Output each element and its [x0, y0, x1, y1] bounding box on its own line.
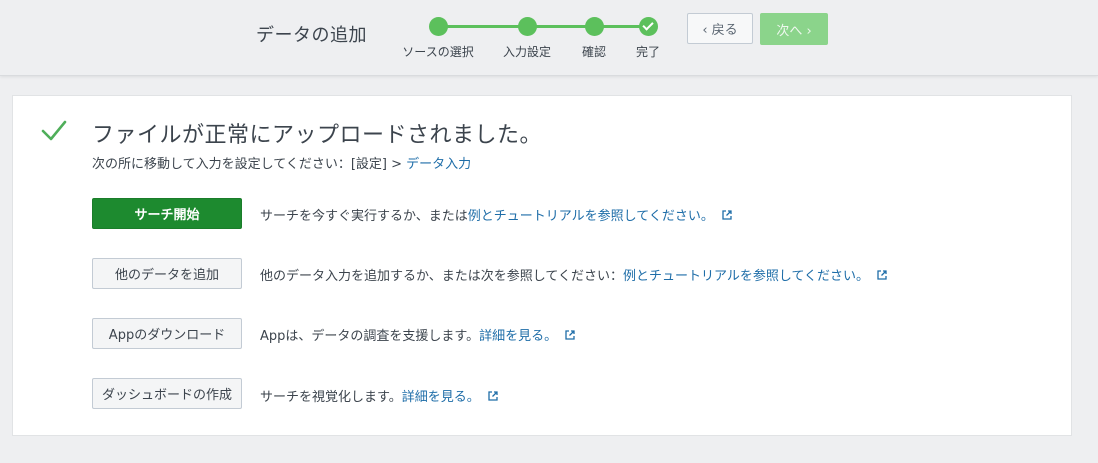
start-search-button[interactable]: サーチ開始 [92, 198, 242, 229]
success-check-icon [41, 120, 67, 141]
page-title: データの追加 [256, 25, 367, 46]
create-dashboard-text: サーチを視覚化します。 [260, 390, 402, 405]
tutorial-link[interactable]: 例とチュートリアルを参照してください。 [468, 205, 714, 224]
external-link-icon[interactable] [877, 269, 887, 280]
step-label-review: 確認 [581, 45, 607, 59]
step-dot-review [585, 17, 604, 36]
success-heading: ファイルが正常にアップロードされました。 [92, 123, 543, 148]
next-steps-text: 次の所に移動して入力を設定してください：[設定] > データ入力 [92, 153, 471, 172]
step-label-done: 完了 [635, 45, 661, 59]
step-connector-line [438, 25, 648, 28]
download-app-text: Appは、データの調査を支援します。 [260, 329, 480, 344]
step-dot-input-settings [518, 17, 537, 36]
step-check-icon [639, 17, 658, 36]
learn-more-link[interactable]: 詳細を見る。 [402, 386, 480, 405]
external-link-icon[interactable] [722, 209, 732, 220]
data-input-link[interactable]: データ入力 [406, 157, 471, 172]
learn-more-link[interactable]: 詳細を見る。 [479, 325, 557, 344]
next-button[interactable]: 次へ › [760, 13, 828, 45]
add-more-data-description: 他のデータ入力を追加するか、または次を参照してください： 例とチュートリアルを参… [260, 265, 887, 284]
start-search-text: サーチを今すぐ実行するか、または [260, 209, 468, 224]
step-dot-source [429, 17, 448, 36]
add-more-data-text: 他のデータ入力を追加するか、または次を参照してください： [260, 269, 623, 284]
download-app-button[interactable]: Appのダウンロード [92, 318, 242, 349]
create-dashboard-button[interactable]: ダッシュボードの作成 [92, 378, 242, 409]
start-search-description: サーチを今すぐ実行するか、または 例とチュートリアルを参照してください。 [260, 205, 732, 224]
step-label-source: ソースの選択 [402, 45, 474, 59]
top-bar: データの追加 ソースの選択 入力設定 確認 完了 ‹ 戻る 次へ › [0, 0, 1098, 76]
tutorial-link[interactable]: 例とチュートリアルを参照してください。 [623, 265, 869, 284]
external-link-icon[interactable] [488, 390, 498, 401]
add-more-data-button[interactable]: 他のデータを追加 [92, 258, 242, 289]
back-button[interactable]: ‹ 戻る [687, 13, 753, 44]
progress-stepper: ソースの選択 入力設定 確認 完了 [400, 14, 670, 64]
step-label-input-settings: 入力設定 [502, 45, 552, 59]
download-app-description: Appは、データの調査を支援します。 詳細を見る。 [260, 325, 575, 344]
external-link-icon[interactable] [565, 329, 575, 340]
next-steps-prefix: 次の所に移動して入力を設定してください：[設定] > [92, 157, 407, 172]
create-dashboard-description: サーチを視覚化します。 詳細を見る。 [260, 386, 498, 405]
